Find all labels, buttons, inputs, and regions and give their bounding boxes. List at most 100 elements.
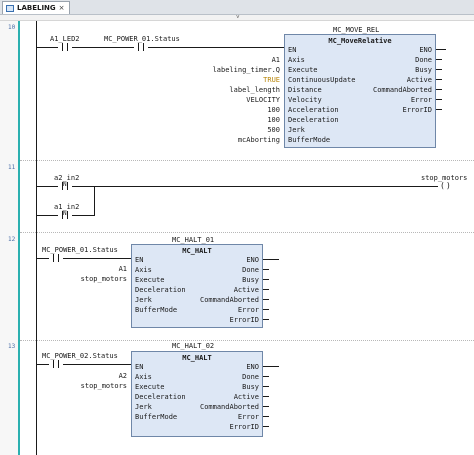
wire — [263, 406, 269, 407]
fb-input-pin: Axis — [288, 56, 305, 64]
fb-instance-name[interactable]: MC_HALT_02 — [172, 342, 214, 350]
fb-input-pin: Execute — [135, 276, 165, 284]
fb-input-arg[interactable]: A1 — [119, 265, 127, 273]
wire — [63, 364, 131, 365]
output-coil[interactable] — [438, 181, 452, 190]
fb-output-pin: Busy — [415, 66, 432, 74]
wire — [263, 416, 269, 417]
wire — [263, 289, 269, 290]
negative-edge-contact[interactable]: N — [58, 210, 72, 219]
contact-label: MC_POWER_02.Status — [42, 352, 118, 360]
wire — [263, 269, 269, 270]
fb-input-pin: EN — [288, 46, 297, 54]
wire — [436, 79, 442, 80]
fb-input-pin: ContinuousUpdate — [288, 76, 356, 84]
wire — [72, 215, 94, 216]
tab-label: LABELING — [17, 4, 56, 12]
wire — [72, 47, 134, 48]
fb-output-pin: ENO — [246, 363, 259, 371]
rung-separator — [20, 160, 474, 161]
fb-output-pin: Done — [242, 373, 259, 381]
left-power-rail-accent — [18, 21, 20, 455]
tab-labeling[interactable]: LABELING × — [2, 1, 70, 14]
fb-output-pin: ErrorID — [229, 423, 259, 431]
fb-output-pin: Error — [410, 96, 432, 104]
fb-input-arg[interactable]: 100 — [267, 116, 280, 124]
function-block-mc-halt[interactable]: MC_HALT EN Axis Execute Deceleration Jer… — [131, 244, 263, 328]
fb-input-arg[interactable]: 100 — [267, 106, 280, 114]
fb-output-pin: Active — [406, 76, 432, 84]
fb-output-pin: CommandAborted — [199, 403, 259, 411]
function-block-mc-moverelative[interactable]: MC_MoveRelative EN Axis Execute Continuo… — [284, 34, 436, 148]
rung-separator — [20, 340, 474, 341]
fb-input-arg[interactable]: A1 — [272, 56, 280, 64]
rung-number[interactable]: 12 — [8, 236, 15, 243]
function-block-mc-halt[interactable]: MC_HALT EN Axis Execute Deceleration Jer… — [131, 351, 263, 437]
fb-input-pin: Deceleration — [135, 393, 186, 401]
fb-input-arg[interactable]: labeling_timer.Q — [213, 66, 280, 74]
fb-output-pin: Active — [233, 286, 259, 294]
fb-type-label: MC_HALT — [182, 354, 212, 362]
no-contact[interactable] — [134, 43, 148, 51]
wire — [148, 47, 284, 48]
fb-output-pin: Busy — [242, 276, 259, 284]
wire — [37, 186, 58, 187]
fb-input-arg[interactable]: VELOCITY — [246, 96, 280, 104]
fb-output-pin: Error — [237, 413, 259, 421]
fb-input-arg[interactable]: 500 — [267, 126, 280, 134]
fb-output-pin: Done — [415, 56, 432, 64]
no-contact[interactable] — [49, 360, 63, 368]
fb-input-arg[interactable]: label_length — [229, 86, 280, 94]
fb-input-arg[interactable]: stop_motors — [81, 275, 127, 283]
wire — [263, 299, 269, 300]
fb-input-pin: Jerk — [288, 126, 305, 134]
editor-tab-bar: LABELING × — [0, 0, 474, 15]
wire — [263, 309, 269, 310]
fb-input-arg[interactable]: stop_motors — [81, 382, 127, 390]
fb-input-pin: EN — [135, 363, 144, 371]
fb-input-pin: BufferMode — [135, 413, 178, 421]
fb-type-label: MC_MoveRelative — [328, 37, 392, 45]
fb-output-pin: ErrorID — [402, 106, 432, 114]
fb-input-arg[interactable]: A2 — [119, 372, 127, 380]
wire — [263, 386, 269, 387]
close-icon[interactable]: × — [59, 4, 65, 12]
chevron-down-icon[interactable]: ˅ — [236, 14, 240, 21]
wire — [436, 89, 442, 90]
wire — [436, 99, 442, 100]
fb-input-arg[interactable]: mcAborting — [238, 136, 280, 144]
fb-output-pin: Active — [233, 393, 259, 401]
fb-instance-name[interactable]: MC_MOVE_REL — [333, 26, 379, 34]
fb-input-pin: EN — [135, 256, 144, 264]
wire — [263, 376, 269, 377]
fb-input-arg[interactable]: TRUE — [263, 76, 280, 84]
no-contact[interactable] — [58, 43, 72, 51]
wire — [263, 279, 269, 280]
negative-edge-contact[interactable]: N — [58, 181, 72, 190]
contact-label: MC_POWER_01.Status — [104, 35, 180, 43]
fb-input-pin: Distance — [288, 86, 322, 94]
fb-input-pin: Jerk — [135, 296, 152, 304]
no-contact[interactable] — [49, 254, 63, 262]
wire — [436, 69, 442, 70]
fb-output-pin: Busy — [242, 383, 259, 391]
fb-type-label: MC_HALT — [182, 247, 212, 255]
fb-input-pin: BufferMode — [135, 306, 178, 314]
wire — [63, 258, 131, 259]
wire — [436, 49, 446, 50]
fb-input-pin: Execute — [288, 66, 318, 74]
wire — [263, 366, 279, 367]
wire — [436, 109, 442, 110]
rung-separator — [20, 232, 474, 233]
wire — [436, 59, 442, 60]
fb-output-pin: Error — [237, 306, 259, 314]
rung-number[interactable]: 10 — [8, 24, 15, 31]
fb-input-pin: BufferMode — [288, 136, 331, 144]
fb-output-pin: ENO — [246, 256, 259, 264]
fb-instance-name[interactable]: MC_HALT_01 — [172, 236, 214, 244]
wire — [37, 364, 49, 365]
rung-number[interactable]: 13 — [8, 343, 15, 350]
contact-label: A1_LED2 — [50, 35, 80, 43]
rung-number[interactable]: 11 — [8, 164, 15, 171]
fb-output-pin: CommandAborted — [372, 86, 432, 94]
